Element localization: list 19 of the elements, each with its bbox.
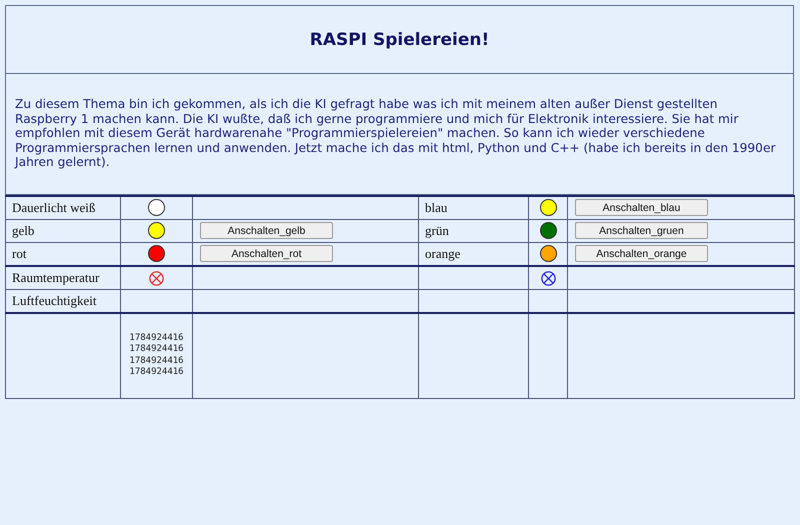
row-label: Dauerlicht weiß: [12, 200, 96, 214]
intro-paragraph: Zu diesem Thema bin ich gekommen, als ich die KI gefragt habe was ich mit meinem alten außer Dienst gestellten Raspberry 1 machen kann. Die KI wußte, daß ich gerne programmiere und mich für Elektronik interessiere. Sie hat mir empfohlen mit diesem Gerät hardwarenahe "Programmierspielereien" machen. So kann ich wieder verschiedene Programmiersprachen lernen und anwenden. Jetzt mache ich das mit html, Python und C++ (habe ich bereits in den 1990er Jahren gelernt).: [15, 97, 776, 170]
row-label: gelb: [12, 222, 34, 238]
row-label: rot: [12, 246, 26, 260]
reading-value: 1784924416: [129, 356, 184, 367]
switch-on-button[interactable]: Anschalten_rot: [200, 245, 333, 262]
switch-on-button[interactable]: Anschalten_orange: [575, 245, 708, 262]
row-label: Luftfeuchtigkeit: [12, 292, 96, 308]
row-label: orange: [425, 246, 460, 260]
switch-on-button[interactable]: Anschalten_gruen: [575, 222, 708, 239]
switch-on-button[interactable]: Anschalten_blau: [575, 199, 708, 216]
reading-value: 1784924416: [129, 367, 184, 378]
page-title: RASPI Spielereien!: [310, 30, 490, 50]
row-label: Raumtemperatur: [12, 270, 100, 284]
row-label: grün: [425, 222, 449, 238]
switch-on-button[interactable]: Anschalten_gelb: [200, 222, 333, 239]
row-label: blau: [425, 200, 448, 214]
reading-value: 1784924416: [129, 332, 184, 344]
reading-value: 1784924416: [129, 344, 184, 356]
